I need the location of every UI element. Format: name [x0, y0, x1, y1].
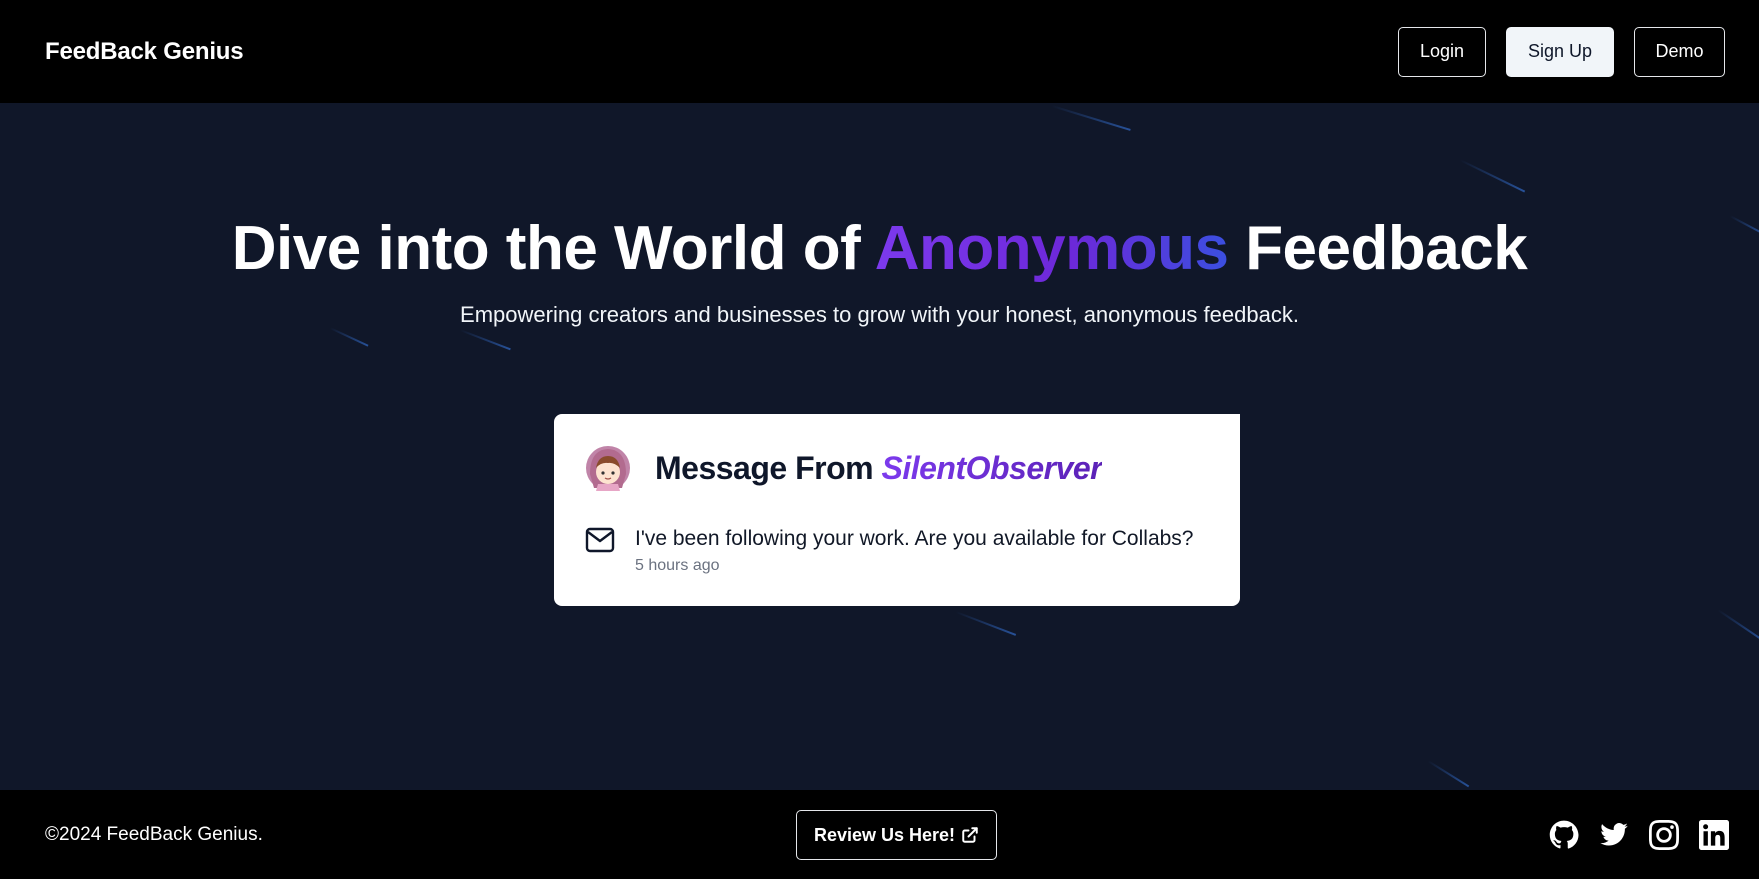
- linkedin-icon[interactable]: [1699, 820, 1729, 850]
- hero-title-accent: Anonymous: [874, 214, 1229, 283]
- mail-icon: [585, 527, 615, 553]
- review-us-label: Review Us Here!: [813, 824, 956, 845]
- hero-title-start: Dive into the World of: [231, 214, 861, 283]
- hero-section: Dive into the World of Anonymous Feedbac…: [0, 103, 1759, 790]
- hero-title: Dive into the World of Anonymous Feedbac…: [0, 213, 1759, 284]
- decorative-streak: [1717, 609, 1759, 644]
- brand-logo[interactable]: FeedBack Genius: [45, 38, 244, 66]
- decorative-streak: [1051, 105, 1131, 131]
- hero-subtitle: Empowering creators and businesses to gr…: [460, 302, 1299, 327]
- review-us-button[interactable]: Review Us Here!: [796, 810, 997, 860]
- demo-button[interactable]: Demo: [1634, 26, 1725, 77]
- top-navbar: FeedBack Genius Login Sign Up Demo: [0, 0, 1759, 103]
- external-link-icon: [962, 827, 978, 843]
- github-icon[interactable]: [1549, 820, 1579, 850]
- footer: ©2024 FeedBack Genius. Review Us Here!: [0, 790, 1759, 879]
- message-heading: Message From SilentObserver: [655, 450, 1103, 487]
- footer-copyright: ©2024 FeedBack Genius.: [45, 823, 263, 845]
- social-links: [1549, 820, 1729, 850]
- anime-girl-avatar-icon: [584, 444, 632, 492]
- message-timestamp: 5 hours ago: [635, 557, 720, 574]
- decorative-streak: [459, 329, 511, 351]
- message-card[interactable]: Message From SilentObserver I've been fo…: [554, 414, 1240, 606]
- message-content: I've been following your work. Are you a…: [635, 527, 1194, 550]
- message-sender: SilentObserver: [881, 450, 1103, 486]
- message-heading-prefix: Message From: [655, 450, 874, 486]
- decorative-streak: [1459, 159, 1526, 193]
- hero-title-end: Feedback: [1245, 214, 1528, 283]
- nav-actions: Login Sign Up Demo: [1398, 26, 1725, 77]
- signup-button[interactable]: Sign Up: [1506, 26, 1614, 77]
- instagram-icon[interactable]: [1649, 820, 1679, 850]
- twitter-icon[interactable]: [1599, 820, 1629, 850]
- decorative-streak: [329, 327, 369, 347]
- login-button[interactable]: Login: [1398, 26, 1486, 77]
- decorative-streak: [955, 611, 1017, 636]
- decorative-streak: [1427, 760, 1470, 788]
